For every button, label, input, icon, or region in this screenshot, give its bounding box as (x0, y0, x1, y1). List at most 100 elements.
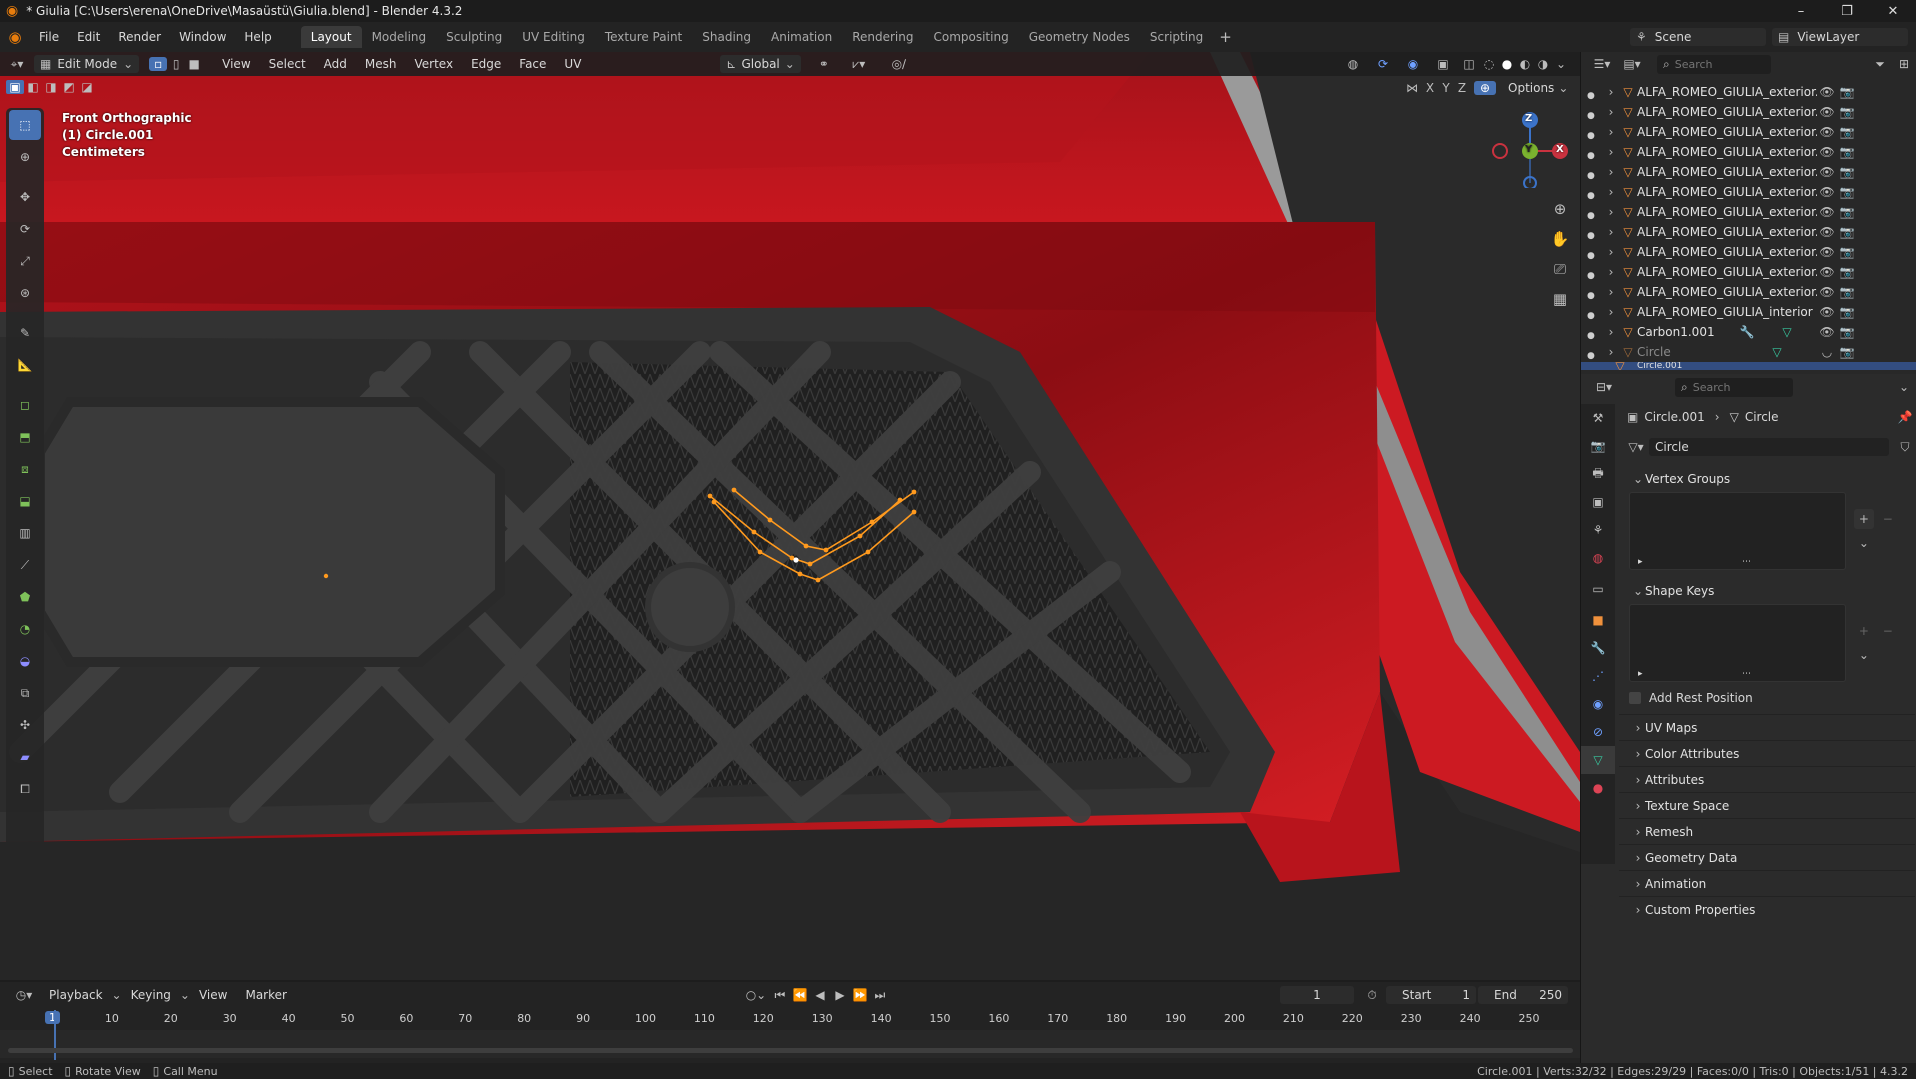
menu-help[interactable]: Help (235, 30, 280, 44)
outliner-row[interactable]: › ▽ ALFA_ROMEO_GIULIA_exterior.0 👁 📷 (1603, 82, 1916, 102)
collection-tab-icon[interactable]: ▭ (1581, 572, 1615, 606)
camera-icon[interactable]: 📷 (1837, 305, 1857, 319)
play-icon[interactable]: ▶ (830, 988, 850, 1002)
inset-tool[interactable]: ⧈ (9, 454, 41, 484)
uv-maps-panel[interactable]: › UV Maps (1619, 714, 1915, 740)
vp-menu-uv[interactable]: UV (555, 57, 590, 71)
tab-modeling[interactable]: Modeling (362, 26, 437, 48)
expand-arrow-icon[interactable]: › (1603, 205, 1619, 219)
proportional-edit-icon[interactable]: ◎∕ (879, 57, 919, 71)
expand-arrow-icon[interactable]: › (1603, 85, 1619, 99)
stopwatch-icon[interactable]: ⏱ (1362, 988, 1382, 1003)
minimize-button[interactable]: – (1778, 4, 1824, 19)
object-tab-icon[interactable]: ■ (1581, 606, 1615, 634)
expand-arrow-icon[interactable]: › (1603, 245, 1619, 259)
outliner-row[interactable]: › ▽ ALFA_ROMEO_GIULIA_exterior.0 👁 📷 (1603, 162, 1916, 182)
custom-properties-panel[interactable]: › Custom Properties (1619, 896, 1915, 922)
select-intersect-icon[interactable]: ◪ (78, 80, 96, 94)
add-vertex-group-button[interactable]: + (1853, 509, 1874, 529)
menu-render[interactable]: Render (109, 30, 170, 44)
knife-tool[interactable]: ⟋ (9, 550, 41, 580)
current-frame-field[interactable]: 1 (1280, 986, 1354, 1004)
mirror-y-toggle[interactable]: Y (1438, 81, 1454, 95)
camera-icon[interactable]: 📷 (1837, 265, 1857, 279)
edge-slide-tool[interactable]: ⧉ (9, 678, 41, 708)
outliner-row[interactable]: › ▽ ALFA_ROMEO_GIULIA_exterior.0 👁 📷 (1603, 222, 1916, 242)
face-select-icon[interactable]: ■ (185, 57, 203, 71)
outliner-row-selected[interactable]: ▽ Circle.001 (1581, 362, 1916, 370)
shading-material-icon[interactable]: ◐ (1516, 57, 1534, 71)
properties-editor-icon[interactable]: ⊟▾ (1589, 380, 1619, 394)
timeline-ruler[interactable]: 1 10 20 30 40 50 60 70 80 90 100 110 120 130 140 150 16… (0, 1010, 1580, 1030)
jump-keyframe-forward-icon[interactable]: ⏩ (850, 988, 870, 1002)
timeline-editor-icon[interactable]: ◷▾ (8, 988, 40, 1002)
eye-icon[interactable]: 👁 (1817, 205, 1837, 219)
outliner-editor-icon[interactable]: ☰▾ (1587, 57, 1617, 71)
view-layer-tab-icon[interactable]: ▣ (1581, 488, 1615, 516)
camera-view-icon[interactable]: ⎚ (1548, 254, 1572, 284)
timeline-menu-playback[interactable]: Playback (40, 988, 112, 1002)
annotate-tool[interactable]: ✎ (9, 318, 41, 348)
outliner-row[interactable]: › ▽ Carbon1.001 🔧 ▽ 👁 📷 (1603, 322, 1916, 342)
measure-tool[interactable]: 📐 (9, 350, 41, 380)
tab-animation[interactable]: Animation (761, 26, 842, 48)
tab-scripting[interactable]: Scripting (1140, 26, 1213, 48)
playhead-marker[interactable]: 1 (45, 1011, 60, 1024)
camera-icon[interactable]: 📷 (1837, 345, 1857, 359)
outliner-row[interactable]: › ▽ Circle ▽ ◡ 📷 (1603, 342, 1916, 362)
gizmo-toggle-icon[interactable]: ⟳ (1368, 57, 1398, 71)
tab-layout[interactable]: Layout (300, 26, 362, 48)
select-subtract-icon[interactable]: ◨ (42, 80, 60, 94)
vp-menu-face[interactable]: Face (510, 57, 555, 71)
expand-arrow-icon[interactable]: › (1603, 145, 1619, 159)
vp-menu-mesh[interactable]: Mesh (356, 57, 406, 71)
eye-closed-icon[interactable]: ◡ (1817, 345, 1837, 359)
xray-icon[interactable]: ◫ (1458, 57, 1480, 71)
end-frame-field[interactable]: End 250 (1478, 986, 1568, 1004)
tool-tab-icon[interactable]: ⚒ (1581, 404, 1615, 432)
menu-window[interactable]: Window (170, 30, 235, 44)
auto-merge-icon[interactable]: ⊕ (1474, 81, 1496, 95)
shear-tool[interactable]: ▰ (9, 742, 41, 772)
mode-selector[interactable]: ▦ Edit Mode ⌄ (34, 55, 140, 73)
outliner-row[interactable]: › ▽ ALFA_ROMEO_GIULIA_exterior.0 👁 📷 (1603, 142, 1916, 162)
camera-icon[interactable]: 📷 (1837, 285, 1857, 299)
outliner-row[interactable]: › ▽ ALFA_ROMEO_GIULIA_exterior.0 👁 📷 (1603, 182, 1916, 202)
rotate-tool[interactable]: ⟳ (9, 214, 41, 244)
add-workspace-icon[interactable]: + (1219, 28, 1232, 46)
editor-type-icon[interactable]: ⌖▾ (0, 57, 34, 72)
world-tab-icon[interactable]: ◍ (1581, 544, 1615, 572)
shape-keys-panel-header[interactable]: ⌄ Shape Keys (1619, 578, 1915, 604)
mirror-icon[interactable]: ⋈ (1402, 81, 1422, 95)
output-tab-icon[interactable]: 🖶 (1581, 460, 1615, 488)
shading-wireframe-icon[interactable]: ◌ (1480, 57, 1498, 71)
shading-options-icon[interactable]: ⌄ (1552, 57, 1570, 71)
camera-icon[interactable]: 📷 (1837, 165, 1857, 179)
attributes-panel[interactable]: › Attributes (1619, 766, 1915, 792)
chevron-down-icon[interactable]: ⌄ (1892, 380, 1916, 394)
vp-menu-view[interactable]: View (213, 57, 259, 71)
material-tab-icon[interactable]: ● (1581, 774, 1615, 802)
outliner-row[interactable]: › ▽ ALFA_ROMEO_GIULIA_exterior.0 👁 📷 (1603, 102, 1916, 122)
tab-compositing[interactable]: Compositing (923, 26, 1018, 48)
tab-texture-paint[interactable]: Texture Paint (595, 26, 692, 48)
vp-menu-add[interactable]: Add (315, 57, 356, 71)
expand-arrow-icon[interactable]: › (1603, 125, 1619, 139)
cursor-tool[interactable]: ⊕ (9, 142, 41, 172)
vertex-groups-list[interactable]: ▸ ⋯ (1629, 492, 1846, 570)
remove-shape-key-button[interactable]: − (1878, 621, 1898, 641)
poly-build-tool[interactable]: ⬟ (9, 582, 41, 612)
options-dropdown[interactable]: Options ⌄ (1502, 79, 1574, 97)
outliner-row[interactable]: › ▽ ALFA_ROMEO_GIULIA_exterior.0 👁 📷 (1603, 262, 1916, 282)
select-new-icon[interactable]: ▣ (6, 80, 24, 94)
mirror-z-toggle[interactable]: Z (1454, 81, 1470, 95)
camera-icon[interactable]: 📷 (1837, 125, 1857, 139)
camera-icon[interactable]: 📷 (1837, 85, 1857, 99)
mesh-edit-overlay-icon[interactable]: ▣ (1428, 57, 1458, 71)
orientation-selector[interactable]: ⊾ Global ⌄ (720, 55, 801, 73)
shading-solid-icon[interactable]: ● (1498, 57, 1516, 71)
outliner-row[interactable]: › ▽ ALFA_ROMEO_GIULIA_exterior.0 👁 📷 (1603, 282, 1916, 302)
filter-icon[interactable]: ⏷ (1868, 57, 1892, 72)
transform-tool[interactable]: ⊛ (9, 278, 41, 308)
menu-edit[interactable]: Edit (68, 30, 109, 44)
